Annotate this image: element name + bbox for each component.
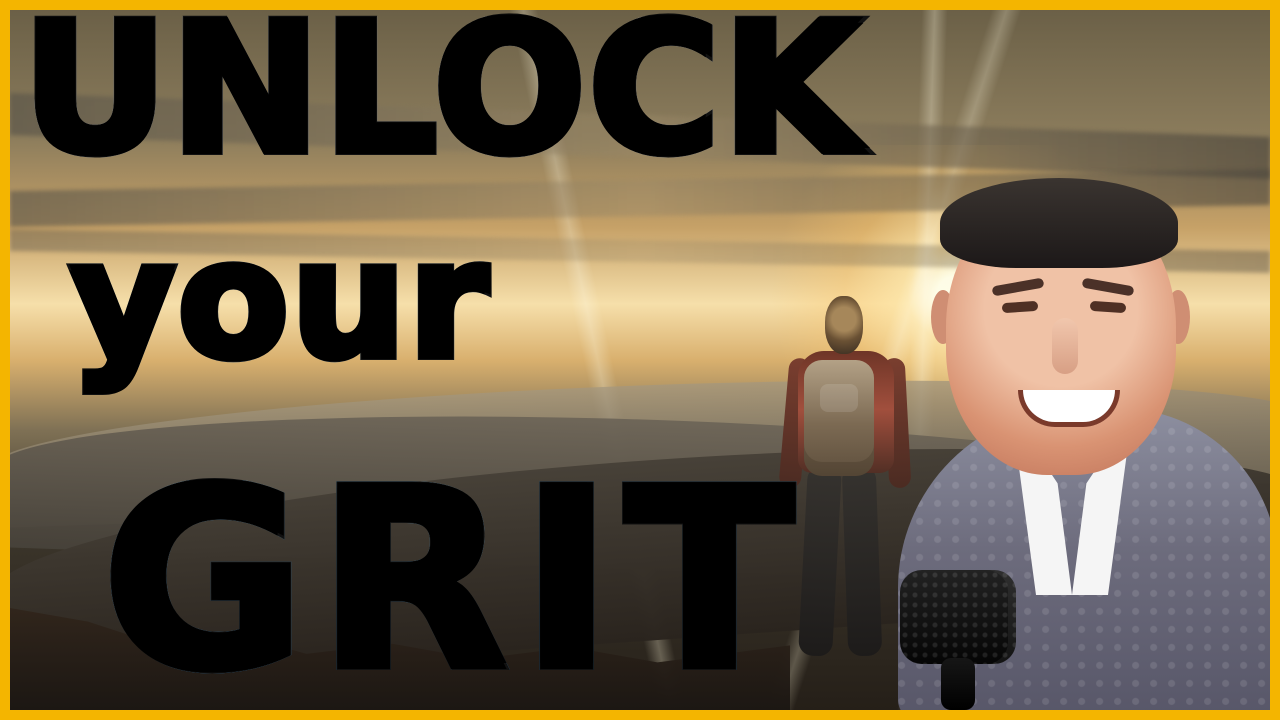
backpack-icon [804,360,874,476]
microphone-icon [886,570,1036,710]
hiker-head [825,296,863,354]
microphone-neck [941,658,975,710]
presenter-nose [1052,318,1078,374]
presenter-photo [868,170,1270,710]
title-middle: your [66,207,492,395]
title-bottom: GRIT [98,437,806,720]
thumbnail-frame: UNLOCK your GRIT [0,0,1280,720]
presenter-hair [940,178,1178,268]
microphone-head [900,570,1016,664]
title-top: UNLOCK [18,0,866,194]
